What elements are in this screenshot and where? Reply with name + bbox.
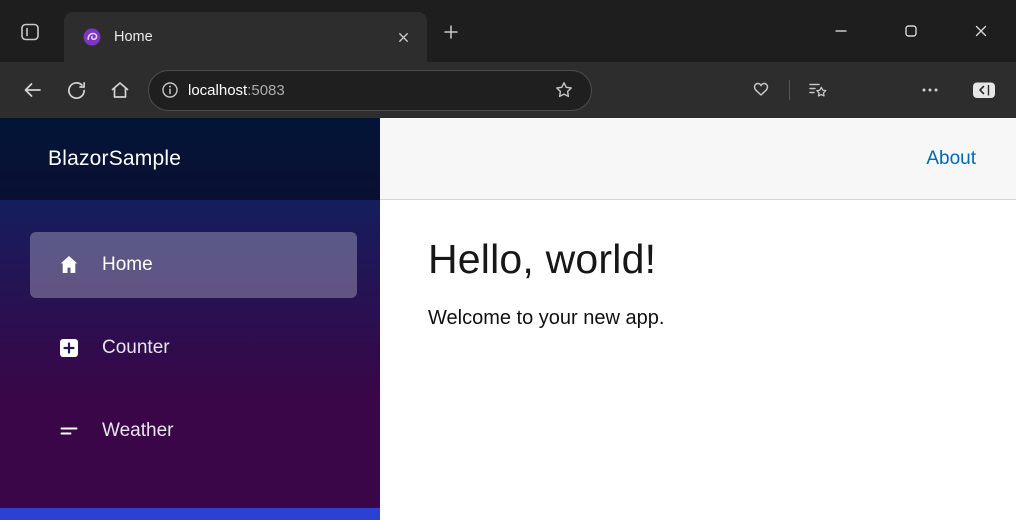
about-link[interactable]: About: [926, 148, 976, 170]
sidebar-item-label: Weather: [102, 420, 174, 441]
site-info-icon[interactable]: [161, 81, 179, 99]
browser-tab[interactable]: Home: [64, 12, 427, 62]
close-button[interactable]: [946, 0, 1016, 62]
url-host: localhost: [188, 81, 248, 99]
toolbar-divider: [789, 80, 790, 100]
browser-titlebar: Home: [0, 0, 1016, 62]
sidebar-item-home[interactable]: Home: [30, 232, 357, 298]
minimize-button[interactable]: [806, 0, 876, 62]
browser-window: Home localhost:5083 BlazorSample Home Co…: [0, 0, 1016, 520]
list-icon: [57, 419, 81, 443]
more-options-icon[interactable]: [914, 73, 946, 107]
sidebar-item-label: Home: [102, 254, 153, 275]
sidebar-item-label: Counter: [102, 337, 170, 358]
window-controls: [806, 0, 1016, 62]
house-icon: [57, 253, 81, 277]
reload-icon[interactable]: [54, 70, 98, 110]
tab-title: Home: [114, 29, 153, 45]
sidebar-nav: Home Counter Weather: [0, 200, 380, 464]
app-brand[interactable]: BlazorSample: [48, 147, 181, 171]
home-icon[interactable]: [98, 70, 142, 110]
url-text: localhost:5083: [188, 82, 549, 99]
url-port: :5083: [247, 81, 285, 99]
welcome-text: Welcome to your new app.: [428, 307, 665, 329]
new-tab-button[interactable]: [436, 17, 466, 47]
maximize-button[interactable]: [876, 0, 946, 62]
sidebar-bottom-strip: [0, 508, 380, 520]
brand-row: BlazorSample: [0, 118, 380, 200]
browser-essentials-icon[interactable]: [745, 73, 777, 107]
main-top-row: About: [380, 118, 1016, 200]
tab-actions-icon[interactable]: [16, 18, 44, 46]
blazor-favicon-icon: [82, 27, 102, 47]
toolbar-right-icons: [745, 73, 1002, 107]
address-bar[interactable]: localhost:5083: [148, 69, 592, 111]
app-sidebar: BlazorSample Home Counter Weather: [0, 118, 380, 520]
browser-toolbar: localhost:5083: [0, 62, 1016, 118]
page-content: BlazorSample Home Counter Weather About …: [0, 118, 1016, 520]
sidebar-item-counter[interactable]: Counter: [30, 315, 357, 381]
article: Hello, world! Welcome to your new app.: [380, 200, 1016, 330]
sidebar-item-weather[interactable]: Weather: [30, 398, 357, 464]
back-icon[interactable]: [10, 70, 54, 110]
main-content: About Hello, world! Welcome to your new …: [380, 118, 1016, 520]
tab-close-icon[interactable]: [391, 25, 415, 49]
favorites-icon[interactable]: [802, 73, 834, 107]
favorite-star-icon[interactable]: [549, 75, 579, 105]
sidebar-toggle-icon[interactable]: [966, 73, 1002, 107]
plus-square-icon: [57, 336, 81, 360]
page-title: Hello, world!: [428, 236, 657, 282]
